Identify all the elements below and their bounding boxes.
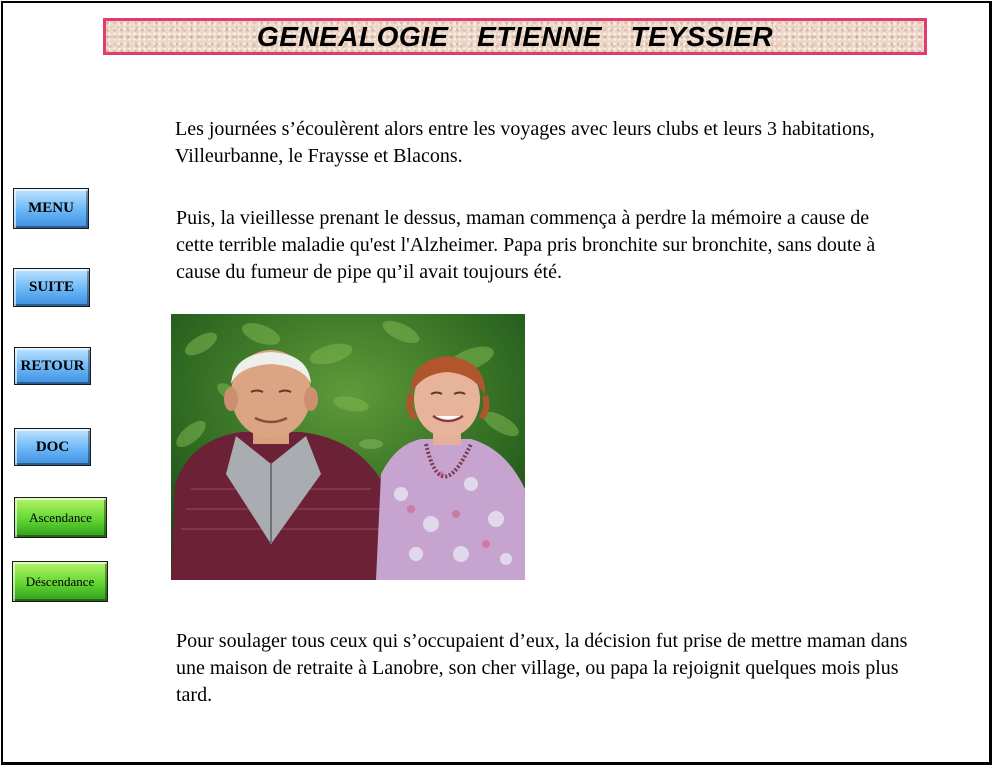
suite-button[interactable]: SUITE [13, 268, 90, 307]
ascendance-button[interactable]: Ascendance [14, 497, 107, 538]
retour-button[interactable]: RETOUR [14, 347, 91, 385]
paragraph-vieillesse: Puis, la vieillesse prenant le dessus, m… [176, 207, 876, 283]
menu-button[interactable]: MENU [13, 188, 89, 229]
descendance-button[interactable]: Déscendance [12, 561, 108, 602]
page-title: GENEALOGIE ETIENNE TEYSSIER [256, 20, 774, 52]
paragraph-maison-retraite: Pour soulager tous ceux qui s’occupaient… [176, 630, 908, 706]
title-banner: GENEALOGIE ETIENNE TEYSSIER [103, 18, 927, 55]
doc-button[interactable]: DOC [14, 428, 91, 466]
couple-photo [171, 314, 525, 580]
paragraph-journees: Les journées s’écoulèrent alors entre le… [175, 118, 875, 167]
